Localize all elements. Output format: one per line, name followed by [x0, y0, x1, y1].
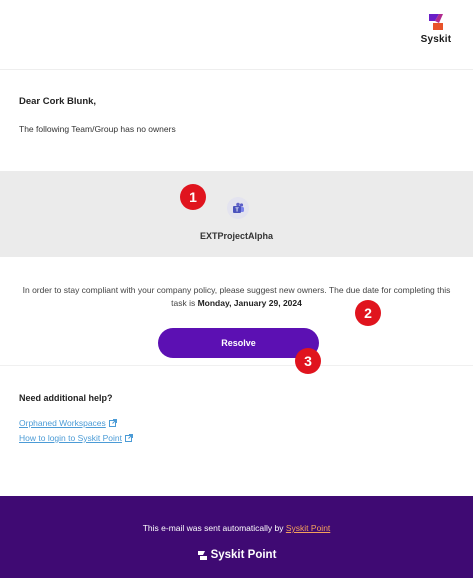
footer-brand-text: Syskit Point: [210, 549, 277, 561]
footer-text: This e-mail was sent automatically by: [142, 523, 284, 533]
section-divider: [0, 365, 473, 366]
email-intro: Dear Cork Blunk, The following Team/Grou…: [19, 96, 449, 134]
annotation-badge-1: 1: [180, 184, 206, 210]
footer-notice: This e-mail was sent automatically by Sy…: [0, 523, 473, 533]
annotation-badge-2: 2: [355, 300, 381, 326]
help-section: Need additional help? Orphaned Workspace…: [19, 393, 449, 443]
footer-logo: Syskit Point: [0, 549, 473, 561]
syskit-logo-icon: [429, 14, 443, 30]
resolve-button[interactable]: Resolve: [158, 328, 319, 358]
syskit-point-link[interactable]: Syskit Point: [286, 523, 330, 533]
external-link-icon: [125, 434, 133, 442]
orphaned-workspaces-link[interactable]: Orphaned Workspaces: [19, 418, 449, 428]
greeting-text: Dear Cork Blunk,: [19, 96, 97, 107]
login-help-link[interactable]: How to login to Syskit Point: [19, 433, 449, 443]
external-link-icon: [108, 419, 117, 427]
help-link-label: Orphaned Workspaces: [19, 418, 106, 428]
email-footer: [0, 496, 473, 578]
message-text: The following Team/Group has no owners: [19, 124, 176, 134]
annotation-badge-3: 3: [295, 348, 321, 374]
teams-icon: T: [227, 197, 249, 219]
syskit-point-logo-icon: [197, 550, 207, 560]
help-link-label: How to login to Syskit Point: [19, 433, 122, 443]
help-links: Orphaned Workspaces How to login to Sysk…: [19, 418, 449, 443]
email-header: Syskit: [0, 0, 473, 70]
policy-text: In order to stay compliant with your com…: [20, 284, 453, 310]
help-title: Need additional help?: [19, 393, 113, 403]
due-date: Monday, January 29, 2024: [197, 298, 302, 308]
syskit-logo: Syskit: [419, 12, 453, 45]
logo-text: Syskit: [420, 34, 452, 45]
group-name: EXTProjectAlpha: [199, 231, 273, 241]
